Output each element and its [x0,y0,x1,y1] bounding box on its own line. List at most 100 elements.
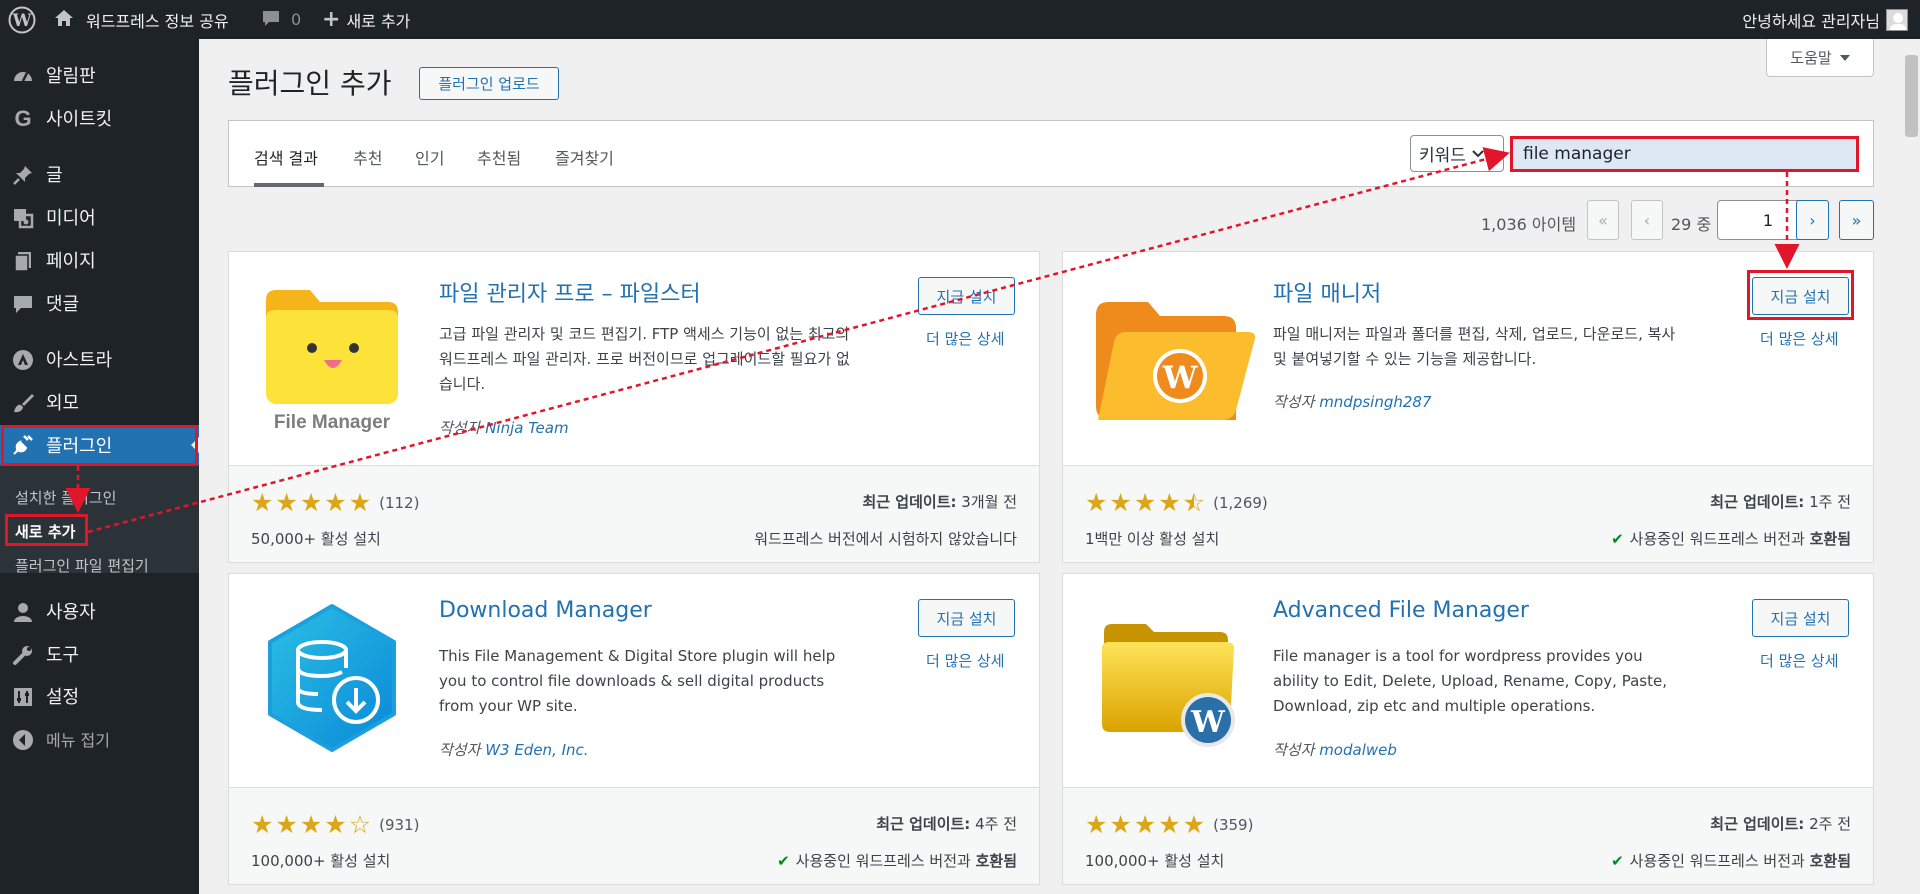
install-now-button[interactable]: 지금 설치 [918,277,1015,315]
author-link[interactable]: modalweb [1319,741,1397,759]
download-manager-logo [262,602,402,754]
account-menu[interactable]: 안녕하세요 관리자님 [1742,0,1908,39]
sidebar-item-comments[interactable]: 댓글 [0,285,199,321]
sidebar-item-label: 도구 [46,645,80,666]
greeting-text: 안녕하세요 관리자님 [1742,11,1880,31]
rating-count: (1,269) [1213,493,1268,512]
active-installs: 1백만 이상 활성 설치 [1085,530,1220,548]
sidebar-item-users[interactable]: 사용자 [0,593,199,629]
plugin-card-bottom: ★★★★☆★(1,269) 1백만 이상 활성 설치 최근 업데이트: 1주 전… [1063,465,1873,562]
page-scrollbar[interactable] [1903,39,1920,894]
page-icon [12,250,34,272]
search-type-select[interactable]: 키워드 [1410,135,1504,172]
chevron-down-icon [1472,144,1484,164]
updated-label: 최근 업데이트: [862,493,957,511]
rating-count: (931) [379,815,420,834]
user-icon [12,601,34,623]
more-details-link[interactable]: 더 많은 상세 [1760,328,1839,349]
last-updated: 최근 업데이트: 3개월 전 [862,491,1017,512]
collapse-menu-button[interactable]: 메뉴 접기 [0,721,199,757]
more-details-link[interactable]: 더 많은 상세 [926,328,1005,349]
submenu-installed-plugins[interactable]: 설치한 플러그인 [15,487,116,508]
next-page-button[interactable]: › [1796,200,1829,240]
active-tab-indicator [254,183,324,187]
author-prefix: 작성자 [439,419,481,437]
star-full-icon: ★ [1182,810,1206,839]
sidebar-item-pages[interactable]: 페이지 [0,242,199,278]
plugin-name-link[interactable]: Download Manager [439,598,652,623]
tab-recommended[interactable]: 추천됨 [477,145,521,169]
astra-icon [12,349,34,371]
compatibility-text: 워드프레스 버전에서 시험하지 않았습니다 [754,530,1017,548]
compatibility-text: ✔ 사용중인 워드프레스 버전과 호환됨 [1611,528,1851,549]
updated-value: 4주 전 [975,815,1017,833]
more-details-link[interactable]: 더 많은 상세 [1760,650,1839,671]
wordpress-logo-icon[interactable]: W [8,0,36,39]
plugin-name-link[interactable]: 파일 매니저 [1273,276,1381,308]
sidebar-item-label: 미디어 [46,208,96,229]
last-updated: 최근 업데이트: 1주 전 [1710,491,1851,512]
star-full-icon: ★ [251,488,274,517]
last-page-button[interactable]: » [1839,200,1874,240]
sidebar-item-label: 사이트킷 [46,109,113,130]
scrollbar-thumb[interactable] [1905,55,1918,137]
first-page-button[interactable]: « [1587,200,1619,240]
author-link[interactable]: mndpsingh287 [1319,393,1431,411]
star-full-icon: ★ [299,488,323,517]
tab-favorites[interactable]: 즐겨찾기 [555,145,614,169]
star-full-icon: ★ [1085,488,1108,517]
advanced-file-manager-logo: W [1096,602,1236,754]
search-type-value: 키워드 [1419,146,1466,166]
star-empty-icon: ☆ [348,810,372,839]
upload-plugin-button[interactable]: 플러그인 업로드 [419,67,559,100]
plugin-name-link[interactable]: Advanced File Manager [1273,598,1529,623]
new-content-link[interactable]: + 새로 추가 [322,0,410,39]
comments-link[interactable]: 0 [261,0,301,39]
brush-icon [12,392,34,414]
more-details-link[interactable]: 더 많은 상세 [926,650,1005,671]
submenu-plugin-file-editor[interactable]: 플러그인 파일 편집기 [15,555,149,576]
page: W 워드프레스 정보 공유 0 + 새로 추가 안녕하세요 관리자님 알림판 G… [0,0,1920,894]
file-manager-logo-text: File Manager [274,412,391,432]
install-now-button[interactable]: 지금 설치 [1752,599,1849,637]
prev-page-button[interactable]: ‹ [1631,200,1663,240]
sidebar-item-posts[interactable]: 글 [0,156,199,192]
site-name: 워드프레스 정보 공유 [86,11,229,31]
plugin-description: File manager is a tool for wordpress pro… [1273,647,1667,715]
check-icon: ✔ [1611,852,1624,870]
star-full-icon: ★ [1133,488,1157,517]
sidebar-item-label: 페이지 [46,251,96,272]
rating-count: (112) [379,493,420,512]
install-now-button[interactable]: 지금 설치 [918,599,1015,637]
tab-featured[interactable]: 추천 [353,145,382,169]
author-link[interactable]: Ninja Team [485,419,568,437]
plugin-author: 작성자 modalweb [1273,739,1397,760]
sidebar-item-appearance[interactable]: 외모 [0,384,199,420]
annotation-box-install-now [1747,270,1854,320]
sidebar-item-sitekit[interactable]: G 사이트킷 [0,100,199,136]
items-count: 1,036 아이템 [1481,215,1577,234]
star-full-icon: ★ [275,488,298,517]
sidebar-item-tools[interactable]: 도구 [0,636,199,672]
author-link[interactable]: W3 Eden, Inc. [485,741,588,759]
site-name-link[interactable]: 워드프레스 정보 공유 [54,0,229,39]
admin-sidebar: 알림판 G 사이트킷 글 미디어 페이지 댓글 아스트라 외모 플러그인 설치한… [0,39,199,894]
plugin-description: This File Management & Digital Store plu… [439,647,836,715]
sidebar-item-astra[interactable]: 아스트라 [0,341,199,377]
rating-count: (359) [1213,815,1254,834]
plugin-name-link[interactable]: 파일 관리자 프로 – 파일스터 [439,276,701,308]
sidebar-item-media[interactable]: 미디어 [0,199,199,235]
sidebar-item-settings[interactable]: 설정 [0,678,199,714]
sidebar-item-label: 알림판 [46,66,96,87]
plugin-card-bottom: ★ ★ ★ ★ ☆ (931) 100,000+ 활성 설치 최근 업데이트: 4주 전 … [229,787,1039,884]
plugin-search-input[interactable]: file manager [1510,136,1859,172]
check-icon: ✔ [1611,530,1624,548]
sidebar-item-dashboard[interactable]: 알림판 [0,57,199,93]
tab-popular[interactable]: 인기 [415,145,444,169]
svg-text:W: W [1162,360,1199,396]
compat-strong: 호환됨 [1809,530,1851,548]
plus-icon: + [322,7,341,32]
tab-search-results[interactable]: 검색 결과 [254,145,318,169]
help-tab-button[interactable]: 도움말 [1766,39,1874,77]
plugin-card-bottom: ★ ★ ★ ★ ★ (112) 50,000+ 활성 설치 최근 업데이트: 3개월 전 … [229,465,1039,562]
